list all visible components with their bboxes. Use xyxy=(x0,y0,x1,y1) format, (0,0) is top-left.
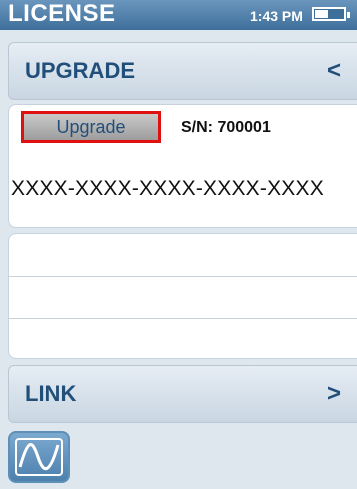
link-section-header[interactable]: LINK > xyxy=(8,365,357,423)
license-lines-panel xyxy=(8,233,357,359)
battery-icon xyxy=(312,7,350,21)
link-section-title: LINK xyxy=(25,381,77,406)
clock: 1:43 PM xyxy=(250,8,303,24)
status-bar: LICENSE 1:43 PM xyxy=(0,0,357,30)
upgrade-section-title: UPGRADE xyxy=(25,58,136,83)
upgrade-button[interactable]: Upgrade xyxy=(21,111,161,143)
collapse-arrow-icon[interactable]: < xyxy=(327,57,341,85)
serial-number: S/N: 700001 xyxy=(181,119,271,136)
divider xyxy=(9,276,357,277)
expand-arrow-icon[interactable]: > xyxy=(327,380,341,408)
license-key: XXXX-XXXX-XXXX-XXXX-XXXX xyxy=(11,177,324,200)
divider xyxy=(9,318,357,319)
screen-title: LICENSE xyxy=(8,0,116,27)
graph-icon[interactable] xyxy=(8,431,70,483)
upgrade-section-header[interactable]: UPGRADE < xyxy=(8,42,357,100)
license-panel: Upgrade S/N: 700001 XXXX-XXXX-XXXX-XXXX-… xyxy=(8,104,357,228)
